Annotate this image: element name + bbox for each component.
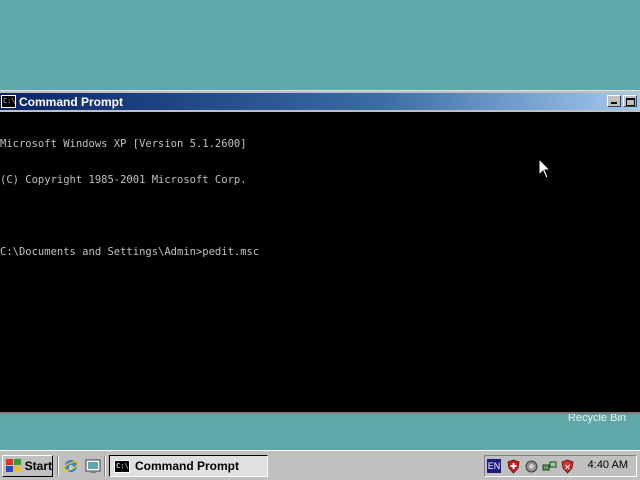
language-indicator[interactable]: EN <box>487 459 501 473</box>
console-icon[interactable]: C:\ <box>1 95 16 108</box>
svg-text:e: e <box>69 462 73 472</box>
show-desktop-icon[interactable] <box>85 458 101 474</box>
svg-text:×: × <box>564 463 571 472</box>
clock[interactable]: 4:40 AM <box>588 459 628 471</box>
network-activity-icon[interactable] <box>542 459 557 474</box>
taskbar-separator <box>57 456 59 476</box>
taskbar-item-command-prompt[interactable]: C:\ Command Prompt <box>109 455 268 477</box>
network-icon[interactable] <box>524 459 539 474</box>
window-titlebar[interactable]: C:\ Command Prompt <box>0 93 640 110</box>
taskbar-item-label: Command Prompt <box>135 459 240 473</box>
console-prompt-line[interactable]: C:\Documents and Settings\Admin>pedit.ms… <box>0 246 640 258</box>
maximize-button[interactable] <box>623 95 637 107</box>
console-icon: C:\ <box>114 459 130 473</box>
command-prompt-window[interactable]: C:\ Command Prompt Microsoft Windows XP … <box>0 90 640 414</box>
security-alert-icon[interactable]: × <box>560 459 575 474</box>
window-controls <box>607 95 637 107</box>
windows-logo-icon <box>6 459 22 473</box>
start-label: Start <box>24 459 52 473</box>
taskbar-separator <box>104 456 106 476</box>
window-title: Command Prompt <box>19 94 124 109</box>
start-button[interactable]: Start <box>2 455 53 477</box>
mouse-pointer-icon <box>538 158 552 179</box>
minimize-button[interactable] <box>607 95 621 107</box>
system-tray: EN × 4:40 AM <box>484 455 637 477</box>
console-output[interactable]: Microsoft Windows XP [Version 5.1.2600] … <box>0 112 640 412</box>
taskbar: Start e C:\ Command Prompt EN × 4:40 AM <box>0 450 640 480</box>
internet-explorer-icon[interactable]: e <box>63 458 79 474</box>
security-shield-icon[interactable] <box>506 459 521 474</box>
console-line: Microsoft Windows XP [Version 5.1.2600] <box>0 138 247 150</box>
